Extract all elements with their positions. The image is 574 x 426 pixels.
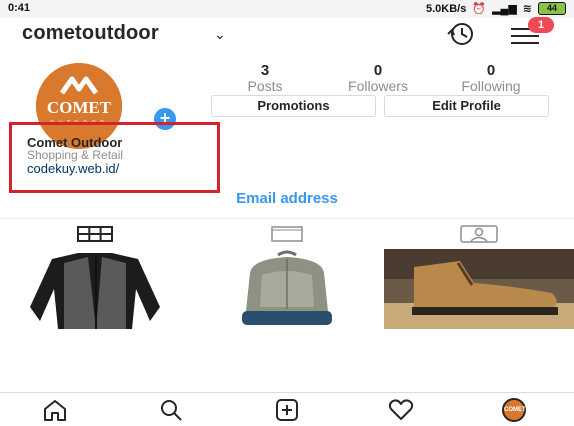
backpack-image [192, 249, 382, 329]
logo-text: COMET [47, 98, 112, 117]
posts-grid [0, 249, 574, 329]
tab-feed[interactable] [192, 219, 382, 249]
feed-icon [271, 226, 303, 242]
add-post-icon [276, 399, 298, 421]
nav-home[interactable] [38, 399, 72, 421]
bottom-navigation: COMET [0, 392, 574, 426]
edit-profile-button[interactable]: Edit Profile [384, 95, 549, 117]
wifi-icon: ≋ [522, 3, 532, 15]
profile-avatar-icon: COMET [502, 398, 526, 422]
tagged-person-icon [460, 225, 498, 243]
search-icon [161, 400, 182, 421]
signal-icon: ▂▄▆ [492, 3, 517, 15]
nav-activity[interactable] [384, 399, 418, 421]
alarm-icon: ⏰ [472, 3, 487, 15]
tab-grid[interactable] [0, 219, 190, 250]
nav-search[interactable] [154, 399, 188, 421]
following-label: Following [461, 78, 521, 94]
followers-label: Followers [348, 78, 408, 94]
following-stat[interactable]: 0 Following [446, 62, 536, 94]
profile-tabs [0, 218, 574, 250]
status-bar: 0:41 5.0KB/s ⏰ ▂▄▆ ≋ 44 [0, 0, 574, 18]
profile-header: cometoutdoor ⌄ 1 [0, 17, 574, 50]
battery-indicator: 44 [538, 2, 566, 15]
notification-badge: 1 [528, 17, 554, 33]
promotions-button[interactable]: Promotions [211, 95, 376, 117]
posts-count: 3 [260, 62, 270, 79]
nav-profile[interactable]: COMET [497, 398, 531, 422]
boot-image [384, 249, 574, 329]
nav-add[interactable] [270, 399, 304, 421]
post-jacket[interactable] [0, 249, 190, 329]
following-count: 0 [486, 62, 496, 79]
posts-label: Posts [247, 78, 283, 94]
status-time: 0:41 [8, 2, 31, 14]
profile-category: Shopping & Retail [27, 148, 124, 162]
tab-tagged[interactable] [384, 219, 574, 249]
network-speed: 5.0KB/s [426, 2, 467, 15]
jacket-image [0, 249, 190, 329]
followers-stat[interactable]: 0 Followers [333, 62, 423, 94]
profile-website-link[interactable]: codekuy.web.id/ [27, 161, 119, 176]
grid-icon [77, 226, 113, 242]
followers-count: 0 [373, 62, 383, 79]
heart-icon [388, 399, 414, 420]
archive-history-icon[interactable] [442, 21, 480, 47]
email-address-button[interactable]: Email address [0, 190, 574, 207]
post-boot[interactable] [384, 249, 574, 329]
home-icon [44, 400, 66, 421]
posts-stat[interactable]: 3 Posts [220, 62, 310, 94]
account-switcher-username[interactable]: cometoutdoor [22, 22, 159, 45]
chevron-down-icon[interactable]: ⌄ [214, 26, 226, 43]
post-backpack[interactable] [192, 249, 382, 329]
